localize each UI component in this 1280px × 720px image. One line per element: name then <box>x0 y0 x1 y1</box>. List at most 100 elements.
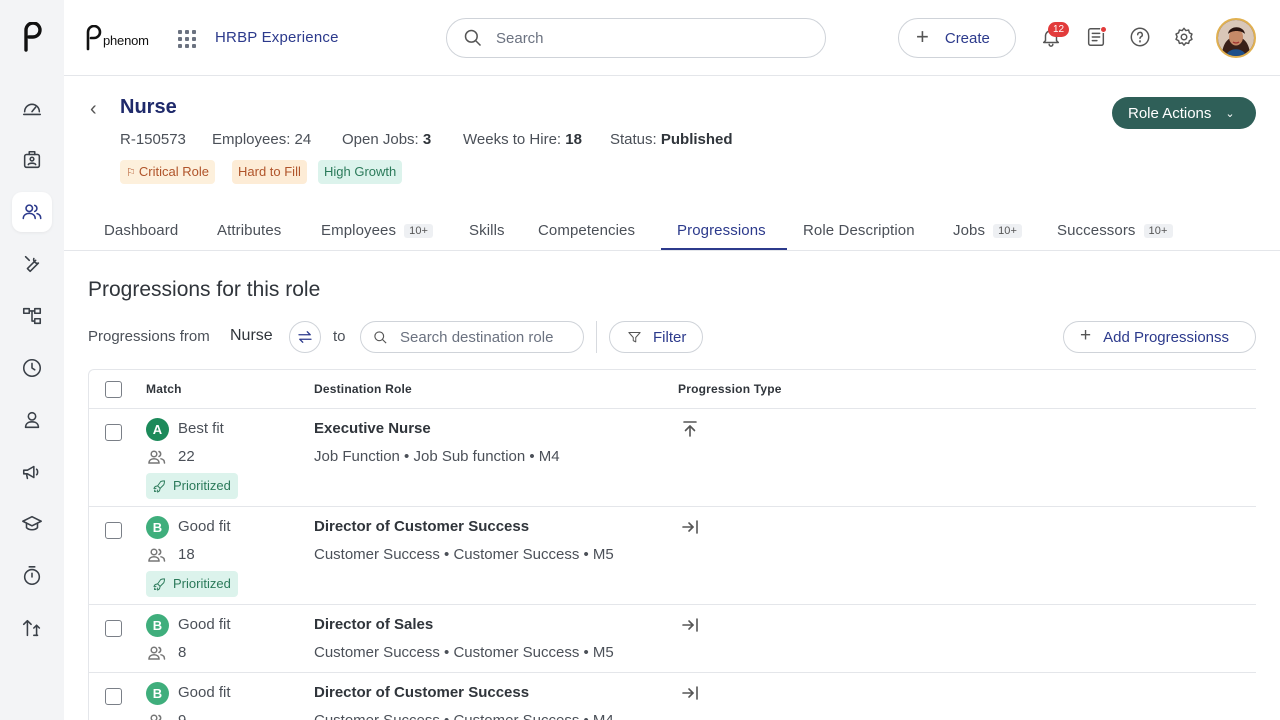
progressions-table: Match Destination Role Progression Type … <box>88 369 1256 720</box>
divider <box>596 321 597 353</box>
filter-button[interactable]: Filter <box>609 321 703 353</box>
section-title: Progressions for this role <box>88 278 321 301</box>
row-checkbox[interactable] <box>105 688 122 705</box>
brand-name: phenom <box>103 32 149 48</box>
destination-search[interactable] <box>360 321 584 353</box>
tab-employees[interactable]: Employees 10+ <box>321 222 434 239</box>
tab-competencies[interactable]: Competencies <box>538 222 635 239</box>
tools-icon[interactable] <box>12 244 52 284</box>
id-badge-icon[interactable] <box>12 140 52 180</box>
fit-label: Good fit <box>178 684 231 701</box>
destination-role-details: Customer Success • Customer Success • M5 <box>314 546 614 563</box>
graduation-cap-icon[interactable] <box>12 504 52 544</box>
employee-count: 8 <box>178 644 187 661</box>
employees-icon <box>148 714 166 720</box>
table-row[interactable]: B Good fit 9 Director of Customer Succes… <box>89 673 1256 720</box>
tab-attributes[interactable]: Attributes <box>217 222 281 239</box>
row-checkbox[interactable] <box>105 620 122 637</box>
people-icon[interactable] <box>12 192 52 232</box>
hard-to-fill-tag: Hard to Fill <box>232 160 307 184</box>
search-icon <box>464 29 482 47</box>
select-all-checkbox[interactable] <box>105 381 122 398</box>
critical-role-tag: ⚐ Critical Role <box>120 160 215 184</box>
clock-icon[interactable] <box>12 348 52 388</box>
search-input[interactable] <box>496 29 796 47</box>
top-bar: phenom HRBP Experience + Create 12 <box>64 0 1280 76</box>
create-label: Create <box>944 29 990 47</box>
tab-count-badge: 10+ <box>404 224 434 238</box>
table-row[interactable]: B Good fit 18 Prioritized Director of Cu… <box>89 507 1256 605</box>
user-avatar[interactable] <box>1216 18 1256 58</box>
phenom-mark-icon <box>86 25 102 51</box>
tab-successors[interactable]: Successors 10+ <box>1057 222 1173 239</box>
destination-role-name[interactable]: Director of Customer Success <box>314 684 529 701</box>
tab-dashboard[interactable]: Dashboard <box>104 222 178 239</box>
swap-arrows-icon <box>298 331 312 343</box>
destination-role-name[interactable]: Executive Nurse <box>314 420 431 437</box>
destination-role-name[interactable]: Director of Sales <box>314 616 433 633</box>
table-row[interactable]: B Good fit 8 Director of Sales Customer … <box>89 605 1256 673</box>
tab-label: Attributes <box>217 222 282 239</box>
table-header: Match Destination Role Progression Type <box>89 370 1256 409</box>
weeks-value: 18 <box>565 131 582 148</box>
phenom-logo-icon[interactable] <box>20 22 44 52</box>
tab-label: Progressions <box>677 222 766 239</box>
create-button[interactable]: + Create <box>898 18 1016 58</box>
app-launcher-icon[interactable] <box>178 30 196 48</box>
arrows-up-icon[interactable] <box>12 608 52 648</box>
person-icon[interactable] <box>12 400 52 440</box>
table-row[interactable]: A Best fit 22 Prioritized Executive Nurs… <box>89 409 1256 507</box>
megaphone-icon[interactable] <box>12 452 52 492</box>
brand-logo[interactable]: phenom <box>84 25 149 51</box>
arrow-right-to-line-icon <box>680 683 700 703</box>
filter-funnel-icon <box>628 331 641 342</box>
arrow-right-to-line-icon <box>680 517 700 537</box>
left-nav-rail <box>0 0 64 720</box>
destination-search-input[interactable] <box>400 328 580 346</box>
prioritized-badge: Prioritized <box>146 473 238 499</box>
high-growth-tag: High Growth <box>318 160 403 184</box>
swap-direction-button[interactable] <box>289 321 321 353</box>
dashboard-icon[interactable] <box>12 88 52 128</box>
row-checkbox[interactable] <box>105 522 122 539</box>
timer-icon[interactable] <box>12 556 52 596</box>
weeks-label: Weeks to Hire: <box>463 131 562 148</box>
help-icon[interactable] <box>1129 26 1153 50</box>
tab-label: Successors <box>1057 222 1136 239</box>
status-value: Published <box>660 131 733 148</box>
tab-role-description[interactable]: Role Description <box>803 222 915 239</box>
open-jobs-label: Open Jobs: <box>342 131 419 148</box>
settings-gear-icon[interactable] <box>1173 26 1197 50</box>
tab-count-badge: 10+ <box>993 224 1023 238</box>
arrow-right-to-line-icon <box>680 615 700 635</box>
status-label: Status: <box>610 131 657 148</box>
employee-count: 22 <box>178 448 195 465</box>
destination-role-name[interactable]: Director of Customer Success <box>314 518 529 535</box>
back-chevron-icon[interactable]: ‹ <box>90 98 97 121</box>
hierarchy-icon[interactable] <box>12 296 52 336</box>
row-checkbox[interactable] <box>105 424 122 441</box>
tab-skills[interactable]: Skills <box>469 222 505 239</box>
app-title[interactable]: HRBP Experience <box>215 29 339 46</box>
add-progressions-button[interactable]: + Add Progressionss <box>1063 321 1256 353</box>
progressions-from-label: Progressions from <box>88 328 210 345</box>
rocket-icon <box>153 479 165 493</box>
active-tab-indicator <box>661 248 787 250</box>
global-search[interactable] <box>446 18 826 58</box>
rocket-icon <box>153 577 165 591</box>
open-jobs-value: 3 <box>422 131 432 148</box>
employees-icon <box>148 450 166 464</box>
tab-progressions[interactable]: Progressions <box>677 222 766 239</box>
match-grade-badge: B <box>146 516 169 539</box>
match-grade-badge: B <box>146 614 169 637</box>
plus-icon: + <box>916 24 929 49</box>
tab-jobs[interactable]: Jobs 10+ <box>953 222 1023 239</box>
tab-label: Employees <box>321 222 397 239</box>
prioritized-label: Prioritized <box>173 478 231 493</box>
role-actions-button[interactable]: Role Actions ⌄ <box>1112 97 1256 129</box>
plus-icon: + <box>1080 325 1092 346</box>
search-icon <box>374 330 387 344</box>
prioritized-label: Prioritized <box>173 576 231 591</box>
tab-label: Dashboard <box>104 222 179 239</box>
notification-count-badge: 12 <box>1048 22 1070 37</box>
